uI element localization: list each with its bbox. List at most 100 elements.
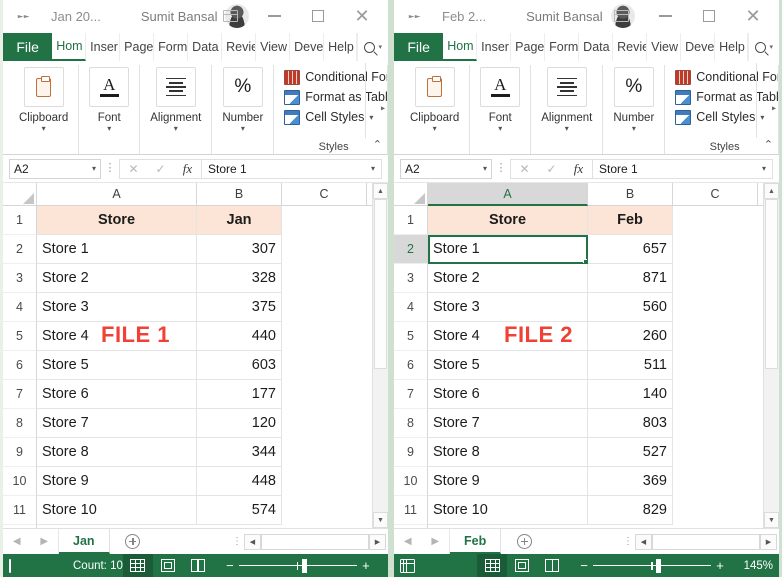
- chevron-down-icon[interactable]: ▾: [498, 125, 502, 133]
- ribbon-display-options-icon[interactable]: [599, 1, 643, 31]
- cell-c5[interactable]: [673, 322, 758, 351]
- alignment-icon[interactable]: [156, 67, 196, 107]
- cell-a9[interactable]: Store 8: [37, 438, 197, 467]
- column-header-b[interactable]: B: [197, 183, 282, 206]
- cell-c6[interactable]: [282, 351, 367, 380]
- cell-a11[interactable]: Store 10: [37, 496, 197, 525]
- previous-sheet-icon[interactable]: ◀: [13, 536, 21, 547]
- ribbon-group-alignment[interactable]: Alignment ▾: [140, 65, 212, 154]
- chevron-down-icon[interactable]: ▾: [762, 164, 766, 173]
- tab-insert[interactable]: Inser: [86, 33, 120, 61]
- select-all-button[interactable]: [3, 183, 37, 206]
- format-as-table-button[interactable]: Format as Table ▾: [675, 87, 774, 107]
- row-header[interactable]: 11: [394, 496, 428, 525]
- tab-help[interactable]: Help: [324, 33, 357, 61]
- tab-page-layout[interactable]: Page: [511, 33, 545, 61]
- conditional-formatting-button[interactable]: Conditional Forma: [675, 67, 774, 87]
- previous-sheet-icon[interactable]: ◀: [404, 536, 412, 547]
- next-sheet-icon[interactable]: ▶: [431, 536, 439, 547]
- tab-page-layout[interactable]: Page: [120, 33, 154, 61]
- cancel-icon[interactable]: ✕: [511, 160, 538, 178]
- chevron-down-icon[interactable]: ▾: [107, 125, 111, 133]
- vertical-scrollbar[interactable]: ▲ ▼: [372, 183, 388, 528]
- scroll-left-icon[interactable]: ◀: [244, 534, 261, 550]
- cell-c1[interactable]: [673, 206, 758, 235]
- cell-c7[interactable]: [282, 380, 367, 409]
- cell-b4[interactable]: 560: [588, 293, 673, 322]
- cell-c5[interactable]: [282, 322, 367, 351]
- cell-a10[interactable]: Store 9: [37, 467, 197, 496]
- percent-icon[interactable]: %: [223, 67, 263, 107]
- vertical-scrollbar[interactable]: ▲ ▼: [763, 183, 779, 528]
- format-as-table-button[interactable]: Format as Table ▾: [284, 87, 383, 107]
- cell-b3[interactable]: 871: [588, 264, 673, 293]
- user-account-name[interactable]: Sumit Bansal: [526, 9, 603, 24]
- cell-a4[interactable]: Store 3: [37, 293, 197, 322]
- collapse-ribbon-icon[interactable]: ⌃: [764, 138, 773, 151]
- cell-b6[interactable]: 603: [197, 351, 282, 380]
- add-sheet-button[interactable]: [110, 529, 156, 554]
- zoom-track[interactable]: [593, 565, 711, 567]
- collapse-ribbon-icon[interactable]: ⌃: [373, 138, 382, 151]
- formula-bar-options-icon[interactable]: ⋮: [101, 164, 119, 173]
- cell-b3[interactable]: 328: [197, 264, 282, 293]
- cell-a5[interactable]: Store 4: [428, 322, 588, 351]
- column-header-a[interactable]: A: [37, 183, 197, 206]
- cell-c3[interactable]: [673, 264, 758, 293]
- scrollbar-track[interactable]: [373, 199, 388, 512]
- cell-b7[interactable]: 177: [197, 380, 282, 409]
- scroll-left-icon[interactable]: ◀: [635, 534, 652, 550]
- zoom-level[interactable]: 145%: [729, 560, 773, 572]
- row-header[interactable]: 10: [3, 467, 37, 496]
- fx-icon[interactable]: fx: [565, 160, 592, 178]
- sheet-tab-feb[interactable]: Feb: [450, 529, 501, 554]
- zoom-in-icon[interactable]: +: [711, 558, 729, 573]
- column-header-c[interactable]: C: [673, 183, 758, 206]
- zoom-out-icon[interactable]: −: [221, 558, 239, 573]
- row-header[interactable]: 10: [394, 467, 428, 496]
- cell-c10[interactable]: [282, 467, 367, 496]
- cell-b1[interactable]: Jan: [197, 206, 282, 235]
- cell-a4[interactable]: Store 3: [428, 293, 588, 322]
- cell-b5[interactable]: 440: [197, 322, 282, 351]
- cell-c1[interactable]: [282, 206, 367, 235]
- cell-a7[interactable]: Store 6: [37, 380, 197, 409]
- cell-b2[interactable]: 307: [197, 235, 282, 264]
- cell-c7[interactable]: [673, 380, 758, 409]
- cell-c10[interactable]: [673, 467, 758, 496]
- page-break-preview-button[interactable]: [183, 554, 213, 577]
- chevron-down-icon[interactable]: ▾: [241, 125, 245, 133]
- cell-b10[interactable]: 369: [588, 467, 673, 496]
- cell-c2[interactable]: [673, 235, 758, 264]
- tab-formulas[interactable]: Form: [154, 33, 188, 61]
- row-header[interactable]: 3: [394, 264, 428, 293]
- minimize-button[interactable]: [252, 1, 296, 31]
- row-header[interactable]: 7: [3, 380, 37, 409]
- row-header[interactable]: 3: [3, 264, 37, 293]
- clipboard-icon[interactable]: [24, 67, 64, 107]
- horizontal-scrollbar[interactable]: ⋮ ◀ ▶: [621, 529, 779, 554]
- row-header[interactable]: 6: [394, 351, 428, 380]
- tab-home[interactable]: Hom: [52, 33, 86, 61]
- minimize-button[interactable]: [643, 1, 687, 31]
- ribbon-group-number[interactable]: % Number ▾: [212, 65, 274, 154]
- zoom-slider[interactable]: − +: [221, 558, 375, 573]
- chevron-down-icon[interactable]: ▾: [632, 125, 636, 133]
- cell-a10[interactable]: Store 9: [428, 467, 588, 496]
- tab-developer[interactable]: Deve: [681, 33, 715, 61]
- cell-c9[interactable]: [282, 438, 367, 467]
- maximize-button[interactable]: [687, 1, 731, 31]
- scroll-up-icon[interactable]: ▲: [764, 183, 779, 199]
- enter-icon[interactable]: ✓: [147, 160, 174, 178]
- chevron-down-icon[interactable]: ▾: [371, 164, 375, 173]
- cell-a2[interactable]: Store 1: [428, 235, 588, 264]
- cell-a11[interactable]: Store 10: [428, 496, 588, 525]
- font-icon[interactable]: A: [480, 67, 520, 107]
- cell-c12[interactable]: [673, 525, 758, 528]
- cell-a12[interactable]: [428, 525, 588, 528]
- cell-b11[interactable]: 829: [588, 496, 673, 525]
- sheet-tab-jan[interactable]: Jan: [59, 529, 110, 554]
- enter-icon[interactable]: ✓: [538, 160, 565, 178]
- cell-b6[interactable]: 511: [588, 351, 673, 380]
- tab-data[interactable]: Data: [579, 33, 613, 61]
